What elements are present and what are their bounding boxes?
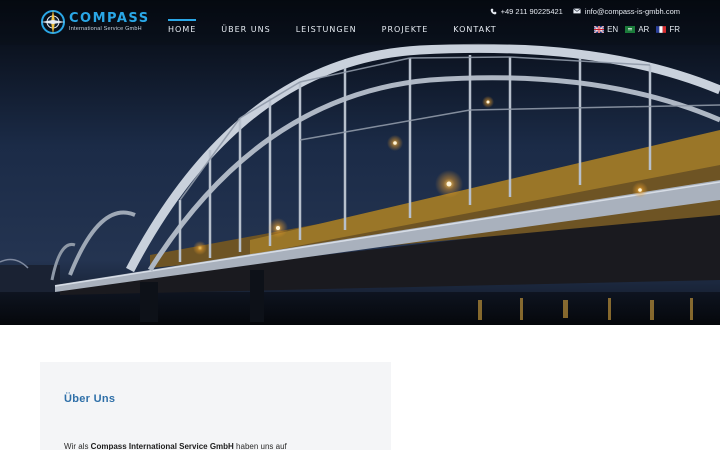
- nav-contact[interactable]: KONTAKT: [453, 17, 496, 41]
- brand-subtitle: International Service GmbH: [69, 25, 142, 32]
- lang-ar-label: AR: [638, 25, 650, 34]
- brand-name: COMPASS: [69, 10, 150, 26]
- lang-ar[interactable]: AR: [625, 25, 649, 34]
- envelope-icon: [573, 8, 581, 14]
- language-switcher: EN AR FR: [587, 25, 680, 34]
- site-header: COMPASS International Service GmbH HOME …: [0, 0, 720, 45]
- email-address: info@compass-is-gmbh.com: [584, 6, 680, 16]
- brand-logo[interactable]: COMPASS International Service GmbH: [40, 6, 150, 38]
- phone-link[interactable]: +49 211 90225421: [490, 7, 563, 16]
- compass-logo-icon: [41, 10, 65, 34]
- lang-en-label: EN: [607, 25, 619, 34]
- about-card: Über Uns Wir als Compass International S…: [40, 362, 391, 450]
- lang-fr-label: FR: [669, 25, 680, 34]
- lang-fr[interactable]: FR: [656, 25, 680, 34]
- nav-about-us[interactable]: ÜBER UNS: [221, 17, 270, 41]
- nav-services[interactable]: LEISTUNGEN: [296, 17, 357, 41]
- bridge-illustration: [0, 0, 720, 325]
- phone-icon: [490, 8, 496, 14]
- about-text-prefix: Wir als: [64, 442, 91, 450]
- uk-flag-icon: [594, 26, 605, 33]
- phone-number: +49 211 90225421: [500, 6, 563, 16]
- about-title: Über Uns: [64, 393, 116, 405]
- about-company-name: Compass International Service GmbH: [90, 442, 234, 450]
- france-flag-icon: [656, 26, 667, 33]
- lang-en[interactable]: EN: [594, 25, 618, 34]
- email-link[interactable]: info@compass-is-gmbh.com: [573, 7, 680, 16]
- contact-bar: +49 211 90225421 info@compass-is-gmbh.co…: [480, 6, 680, 16]
- nav-home[interactable]: HOME: [168, 17, 197, 41]
- about-text: Wir als Compass International Service Gm…: [64, 442, 287, 450]
- hero-image: [0, 0, 720, 325]
- nav-projects[interactable]: PROJEKTE: [382, 17, 429, 41]
- main-nav: HOME ÜBER UNS LEISTUNGEN PROJEKTE KONTAK…: [168, 17, 522, 41]
- saudi-flag-icon: [625, 26, 636, 33]
- about-text-suffix: haben uns auf: [233, 442, 287, 450]
